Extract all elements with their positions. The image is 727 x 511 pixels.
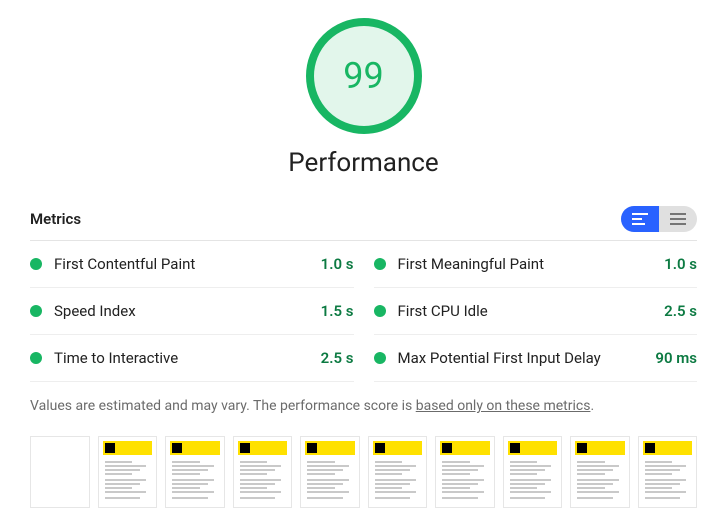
- filmstrip-frame[interactable]: [165, 436, 225, 508]
- metric-row: Max Potential First Input Delay90 ms: [374, 335, 698, 382]
- metric-value: 2.5 s: [664, 302, 697, 320]
- metric-value: 1.0 s: [664, 255, 697, 273]
- filmstrip-frame[interactable]: [98, 436, 158, 508]
- view-toggle: [621, 206, 697, 232]
- footnote-suffix: .: [590, 398, 594, 414]
- filmstrip-frame[interactable]: [233, 436, 293, 508]
- filmstrip-frame[interactable]: [30, 436, 90, 508]
- filmstrip-frame[interactable]: [300, 436, 360, 508]
- metric-row: First CPU Idle2.5 s: [374, 288, 698, 335]
- metric-name: First CPU Idle: [398, 302, 665, 320]
- status-dot-icon: [30, 352, 42, 364]
- status-dot-icon: [374, 305, 386, 317]
- gauge-title: Performance: [288, 148, 438, 178]
- metric-value: 1.0 s: [321, 255, 354, 273]
- status-dot-icon: [374, 258, 386, 270]
- footnote-link[interactable]: based only on these metrics: [416, 398, 591, 414]
- footnote-prefix: Values are estimated and may vary. The p…: [30, 398, 416, 414]
- align-justify-icon: [670, 213, 686, 225]
- view-toggle-expanded[interactable]: [621, 206, 659, 232]
- metrics-heading: Metrics: [30, 210, 81, 228]
- score-gauge: 99: [306, 18, 422, 134]
- metric-name: First Meaningful Paint: [398, 255, 665, 273]
- score-value: 99: [343, 55, 383, 97]
- status-dot-icon: [30, 258, 42, 270]
- metric-row: Time to Interactive2.5 s: [30, 335, 354, 382]
- filmstrip-frame[interactable]: [435, 436, 495, 508]
- filmstrip-frame[interactable]: [638, 436, 698, 508]
- metric-value: 90 ms: [655, 349, 697, 367]
- metric-name: Time to Interactive: [54, 349, 321, 367]
- metric-name: First Contentful Paint: [54, 255, 321, 273]
- metric-name: Speed Index: [54, 302, 321, 320]
- metric-row: Speed Index1.5 s: [30, 288, 354, 335]
- filmstrip-frame[interactable]: [503, 436, 563, 508]
- metric-row: First Meaningful Paint1.0 s: [374, 241, 698, 288]
- metric-value: 2.5 s: [321, 349, 354, 367]
- filmstrip: [30, 436, 697, 508]
- footnote: Values are estimated and may vary. The p…: [30, 398, 697, 414]
- filmstrip-frame[interactable]: [570, 436, 630, 508]
- score-gauge-section: 99 Performance: [30, 18, 697, 178]
- metric-row: First Contentful Paint1.0 s: [30, 241, 354, 288]
- filmstrip-frame[interactable]: [368, 436, 428, 508]
- status-dot-icon: [30, 305, 42, 317]
- view-toggle-compact[interactable]: [659, 206, 697, 232]
- metrics-grid: First Contentful Paint1.0 sFirst Meaning…: [30, 241, 697, 382]
- status-dot-icon: [374, 352, 386, 364]
- align-left-icon: [632, 213, 648, 225]
- metric-name: Max Potential First Input Delay: [398, 349, 656, 367]
- metric-value: 1.5 s: [321, 302, 354, 320]
